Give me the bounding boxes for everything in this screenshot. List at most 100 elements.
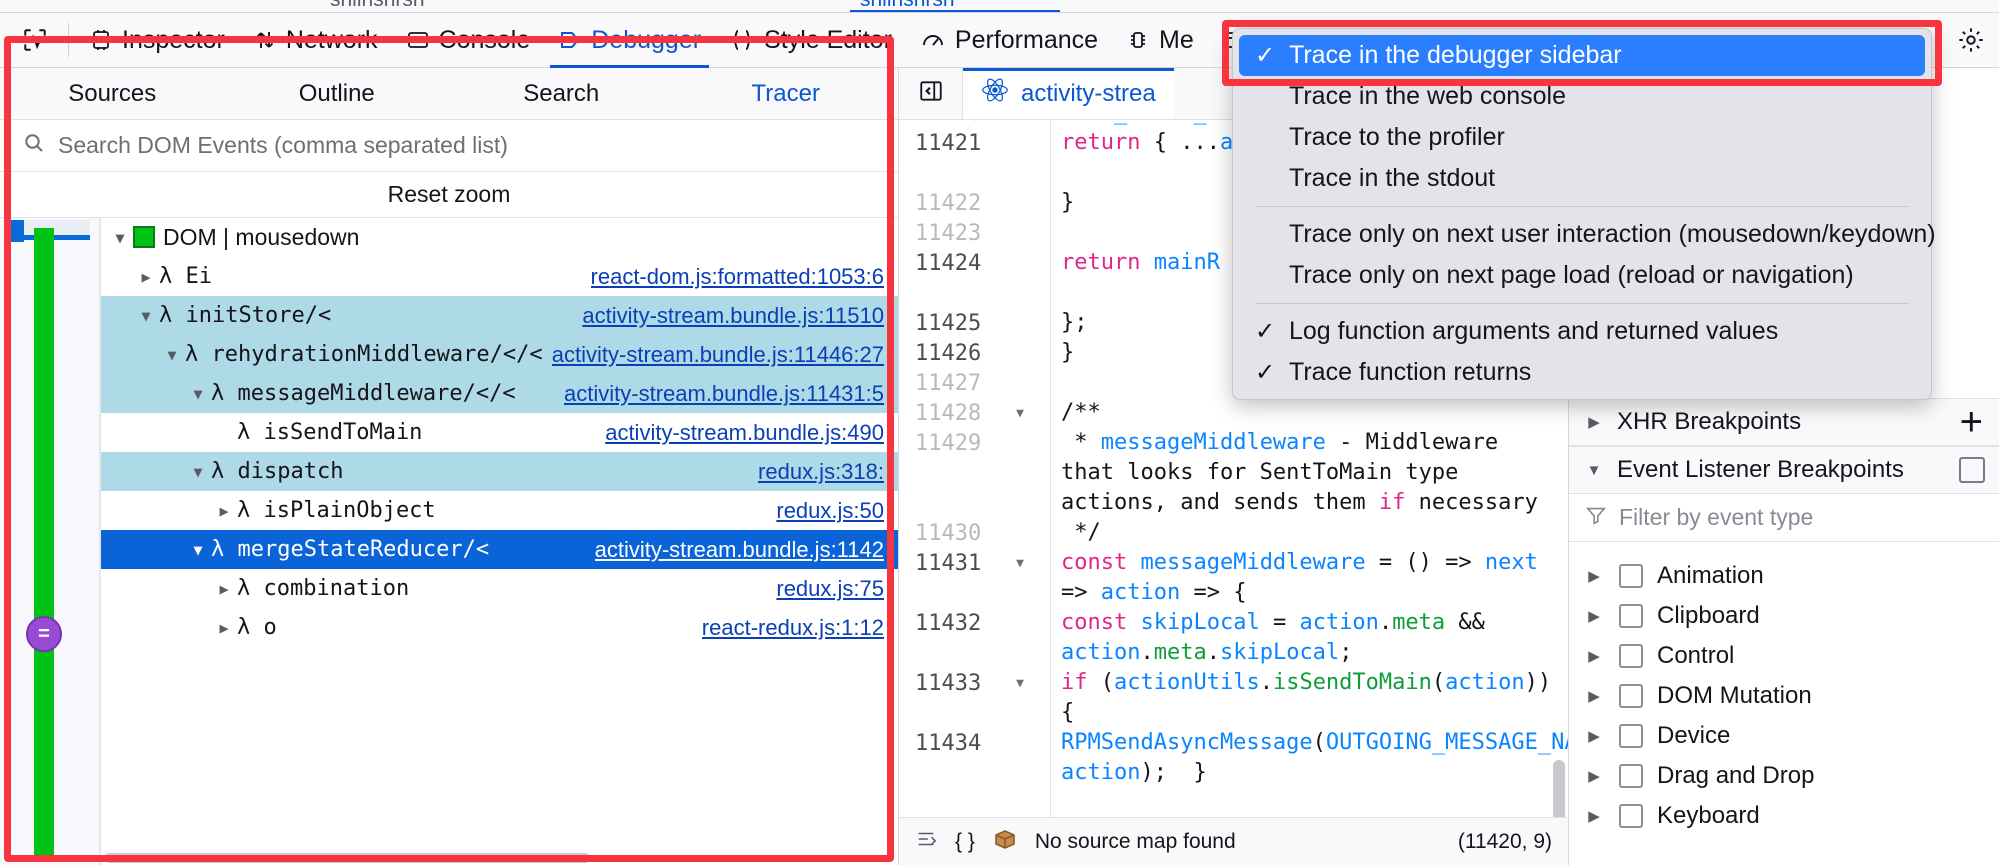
tracer-source-link[interactable]: react-redux.js:1:12 xyxy=(702,615,884,641)
line-number[interactable]: 11425 xyxy=(899,308,1051,338)
tracer-context-menu[interactable]: ✓ Trace in the debugger sidebar Trace in t… xyxy=(1232,28,1936,400)
chevron-right-icon[interactable]: ▶ xyxy=(1583,413,1605,431)
source-vertical-scrollbar[interactable] xyxy=(1553,760,1565,817)
event-category-checkbox[interactable] xyxy=(1619,764,1643,788)
line-number[interactable]: 11421 xyxy=(899,128,1051,158)
tracer-tree-row[interactable]: λ combination redux.js:75 xyxy=(101,569,898,608)
chevron-right-icon[interactable] xyxy=(211,580,237,598)
chevron-right-icon[interactable]: ▶ xyxy=(1583,687,1605,705)
section-xhr-breakpoints[interactable]: ▶ XHR Breakpoints + xyxy=(1569,398,1999,446)
event-category-checkbox[interactable] xyxy=(1619,724,1643,748)
chevron-down-icon[interactable] xyxy=(159,346,185,364)
tab-performance[interactable]: Performance xyxy=(906,13,1112,68)
devtools-settings-button[interactable] xyxy=(1943,13,1999,68)
context-menu-item[interactable]: Trace in the web console xyxy=(1233,76,1931,117)
tracer-source-link[interactable]: activity-stream.bundle.js:11510 xyxy=(582,303,884,329)
tracer-tree-row[interactable]: λ mergeStateReducer/< activity-stream.bun… xyxy=(101,530,898,569)
chevron-right-icon[interactable]: ▶ xyxy=(1583,607,1605,625)
line-number[interactable]: 11424 xyxy=(899,248,1051,278)
chevron-right-icon[interactable]: ▶ xyxy=(1583,567,1605,585)
code-fold-toggle-icon[interactable]: ▼ xyxy=(1009,398,1031,428)
tracer-source-link[interactable]: activity-stream.bundle.js:11446:27 xyxy=(552,342,884,368)
chevron-down-icon[interactable] xyxy=(185,541,211,559)
tracer-tree-row[interactable]: λ isSendToMain activity-stream.bundle.js:… xyxy=(101,413,898,452)
tab-style-editor[interactable]: Style Editor xyxy=(715,13,906,68)
line-number[interactable]: 11429 xyxy=(899,428,1051,458)
tracer-source-link[interactable]: activity-stream.bundle.js:490 xyxy=(605,420,884,446)
element-picker-button[interactable] xyxy=(8,13,62,68)
tracer-source-link[interactable]: redux.js:318: xyxy=(758,459,884,485)
context-menu-item[interactable]: Trace in the stdout xyxy=(1233,158,1931,199)
event-category-row[interactable]: ▶ DOM Mutation xyxy=(1569,676,1999,716)
line-number[interactable]: 11426 xyxy=(899,338,1051,368)
tracer-tree-row[interactable]: λ dispatch redux.js:318: xyxy=(101,452,898,491)
prettyprint-icon[interactable] xyxy=(915,828,937,856)
event-category-checkbox[interactable] xyxy=(1619,684,1643,708)
reset-zoom-button[interactable]: Reset zoom xyxy=(0,172,898,218)
chevron-down-icon[interactable] xyxy=(107,229,133,247)
tracer-source-link[interactable]: redux.js:75 xyxy=(776,576,884,602)
tracer-source-link[interactable]: activity-stream.bundle.js:1142 xyxy=(595,537,884,563)
event-category-checkbox[interactable] xyxy=(1619,604,1643,628)
braces-label[interactable]: { } xyxy=(955,830,975,854)
tracer-tree-row[interactable]: λ rehydrationMiddleware/</< activity-stre… xyxy=(101,335,898,374)
tracer-source-link[interactable]: react-dom.js:formatted:1053:6 xyxy=(591,264,884,290)
code-fold-toggle-icon[interactable]: ▼ xyxy=(1009,668,1031,698)
context-menu-item[interactable]: Trace only on next page load (reload or … xyxy=(1233,255,1931,296)
tab-inspector[interactable]: Inspector xyxy=(75,13,239,68)
tracer-timeline-gutter[interactable]: = xyxy=(0,218,100,865)
chevron-down-icon[interactable] xyxy=(185,385,211,403)
chevron-right-icon[interactable]: ▶ xyxy=(1583,647,1605,665)
tracer-call-tree[interactable]: DOM | mousedown λ Ei react-dom.js:formatte… xyxy=(100,218,898,865)
line-number[interactable]: 11432 xyxy=(899,608,1051,638)
context-menu-item[interactable]: ✓ Trace in the debugger sidebar xyxy=(1239,35,1925,76)
tab-outline[interactable]: Outline xyxy=(225,68,450,119)
chevron-right-icon[interactable] xyxy=(211,502,237,520)
code-fold-toggle-icon[interactable]: ▼ xyxy=(1009,548,1031,578)
chevron-down-icon[interactable]: ▼ xyxy=(1583,462,1605,479)
tab-memory[interactable]: Me xyxy=(1112,13,1208,68)
tab-console[interactable]: Console xyxy=(392,13,545,68)
tab-sources[interactable]: Sources xyxy=(0,68,225,119)
chevron-down-icon[interactable] xyxy=(133,307,159,325)
chevron-right-icon[interactable]: ▶ xyxy=(1583,727,1605,745)
browser-tab-ghost-1[interactable]: shiinshrsn xyxy=(330,0,425,12)
dom-events-search-field[interactable]: Search DOM Events (comma separated list) xyxy=(0,120,898,172)
tracer-tree-row[interactable]: λ messageMiddleware/</< activity-stream.b… xyxy=(101,374,898,413)
event-category-row[interactable]: ▶ Device xyxy=(1569,716,1999,756)
event-type-filter[interactable]: Filter by event type xyxy=(1569,494,1999,542)
collapse-pane-button[interactable] xyxy=(899,68,963,119)
chevron-right-icon[interactable] xyxy=(211,619,237,637)
line-number[interactable]: 11423 xyxy=(899,218,1051,248)
event-category-checkbox[interactable] xyxy=(1619,564,1643,588)
source-file-tab[interactable]: activity-strea xyxy=(963,68,1174,119)
tab-search[interactable]: Search xyxy=(449,68,674,119)
tracer-tree-row[interactable]: λ isPlainObject redux.js:50 xyxy=(101,491,898,530)
event-category-row[interactable]: ▶ Animation xyxy=(1569,556,1999,596)
event-category-row[interactable]: ▶ Clipboard xyxy=(1569,596,1999,636)
chevron-right-icon[interactable] xyxy=(133,268,159,286)
event-category-row[interactable]: ▶ Control xyxy=(1569,636,1999,676)
chevron-right-icon[interactable]: ▶ xyxy=(1583,767,1605,785)
tracer-tree-row[interactable]: λ initStore/< activity-stream.bundle.js:1… xyxy=(101,296,898,335)
tab-debugger[interactable]: Debugger xyxy=(544,13,715,68)
line-number[interactable]: 11422 xyxy=(899,188,1051,218)
line-number[interactable]: 11427 xyxy=(899,368,1051,398)
event-category-row[interactable]: ▶ Drag and Drop xyxy=(1569,756,1999,796)
line-number[interactable]: 11420 xyxy=(899,120,1051,128)
context-menu-item[interactable]: Trace to the profiler xyxy=(1233,117,1931,158)
event-category-checkbox[interactable] xyxy=(1619,804,1643,828)
context-menu-item[interactable]: Trace only on next user interaction (mou… xyxy=(1233,214,1936,255)
plus-icon[interactable]: + xyxy=(1960,402,1999,442)
tab-tracer[interactable]: Tracer xyxy=(674,68,899,119)
tracer-tree-row[interactable]: DOM | mousedown xyxy=(101,218,898,257)
tracer-horizontal-scrollbar[interactable] xyxy=(104,853,888,863)
tracer-source-link[interactable]: redux.js:50 xyxy=(776,498,884,524)
tab-network[interactable]: Network xyxy=(239,13,392,68)
tracer-tree-row[interactable]: λ Ei react-dom.js:formatted:1053:6 xyxy=(101,257,898,296)
timeline-pause-badge[interactable]: = xyxy=(26,616,62,652)
tracer-tree-row[interactable]: λ o react-redux.js:1:12 xyxy=(101,608,898,647)
select-all-events-checkbox[interactable] xyxy=(1959,457,1985,483)
chevron-down-icon[interactable] xyxy=(185,463,211,481)
event-category-row[interactable]: ▶ Keyboard xyxy=(1569,796,1999,836)
